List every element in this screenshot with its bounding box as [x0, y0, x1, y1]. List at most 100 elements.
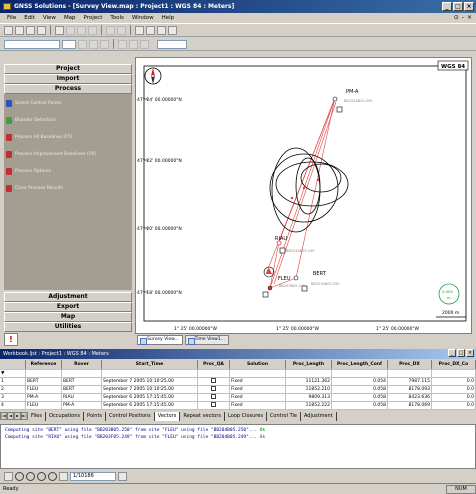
sheet-tab-control-tie[interactable]: Control Tie — [267, 411, 301, 421]
cell-proc-dx-conf[interactable]: 0.0 — [432, 386, 476, 393]
cell-proc-dx[interactable]: 8423.636 — [388, 394, 432, 401]
zoom-out-icon[interactable] — [26, 471, 35, 481]
table-row[interactable]: 2 FLEU BERT September 7 2005 10:10:25.00… — [0, 386, 476, 394]
section-project[interactable]: Project — [4, 64, 132, 74]
cell-proc-length[interactable]: 11852.210 — [286, 386, 332, 393]
workbook-close-button[interactable]: × — [466, 349, 474, 357]
underline-icon[interactable] — [100, 39, 109, 49]
menu-map[interactable]: Map — [60, 15, 80, 21]
menu-view[interactable]: View — [39, 15, 60, 21]
menu-window[interactable]: Window — [128, 15, 158, 21]
sheet-tab-points[interactable]: Points — [84, 411, 107, 421]
table-row[interactable]: 1 BERT BERT September 7 2005 10:10:25.00… — [0, 378, 476, 386]
site-bert[interactable]: BERT — [293, 271, 327, 281]
last-sheet-button[interactable]: ►| — [21, 412, 28, 420]
cell-proc-length[interactable]: 11121.362 — [286, 378, 332, 385]
save-icon[interactable] — [26, 25, 35, 35]
processing-log[interactable]: Computing site "BERT" using file "BB203B… — [0, 424, 476, 469]
table-cell[interactable] — [432, 370, 476, 377]
table-cell[interactable] — [388, 370, 432, 377]
cell-start-time[interactable]: September 6 2005 17:15:45.00 — [102, 394, 198, 401]
sheet-tab-repeat-vectors[interactable]: Repeat vectors — [180, 411, 225, 421]
report-icon[interactable] — [157, 25, 166, 35]
site-riau[interactable]: RIAU BB2S4AB05.249 — [275, 236, 315, 254]
select-arrow-icon[interactable] — [4, 471, 13, 481]
section-process[interactable]: Process — [4, 84, 132, 94]
cell-proc-length[interactable]: 11852.222 — [286, 402, 332, 409]
pan-hand-icon[interactable] — [48, 471, 57, 481]
cell-proc-length-conf[interactable]: 0.058 — [332, 394, 388, 401]
table-cell[interactable] — [26, 370, 62, 377]
cell-proc-dx[interactable]: 7987.115 — [388, 378, 432, 385]
cell-solution[interactable]: Fixed — [230, 402, 286, 409]
process-item-blunder-detection[interactable]: Blunder Detection — [6, 115, 56, 125]
cell-proc-length-conf[interactable]: 0.058 — [332, 386, 388, 393]
table-cell[interactable] — [62, 370, 102, 377]
cell-proc-dx-conf[interactable]: 0.0 — [432, 402, 476, 409]
menu-edit[interactable]: Edit — [20, 15, 39, 21]
workbook-maximize-button[interactable]: □ — [457, 349, 465, 357]
prev-sheet-button[interactable]: ◄ — [7, 412, 14, 420]
italic-icon[interactable] — [89, 39, 98, 49]
cell-proc-qa[interactable] — [198, 386, 230, 393]
column-header-proc-dx[interactable]: Proc_DX — [388, 360, 432, 369]
cell-proc-qa[interactable] — [198, 394, 230, 401]
column-header-reference[interactable]: Reference — [26, 360, 62, 369]
column-header-proc-qa[interactable]: Proc_QA — [198, 360, 230, 369]
copy-icon[interactable] — [77, 25, 86, 35]
cell-solution[interactable]: Fixed — [230, 394, 286, 401]
cell-proc-dx-conf[interactable]: 0.0 — [432, 394, 476, 401]
page-field[interactable]: 1/10186 — [70, 471, 116, 481]
cell-reference[interactable]: BERT — [26, 378, 62, 385]
mdi-minimize-icon[interactable]: - — [462, 14, 464, 21]
zoom-area-icon[interactable] — [37, 471, 46, 481]
section-import[interactable]: Import — [4, 74, 132, 84]
align-right-icon[interactable] — [140, 39, 149, 49]
column-header-proc-dx-conf[interactable]: Proc_DX_Co — [432, 360, 476, 369]
sheet-tab-adjustment[interactable]: Adjustment — [301, 411, 337, 421]
font-size-field[interactable] — [62, 39, 76, 49]
bold-icon[interactable] — [78, 39, 87, 49]
qa-checkbox[interactable] — [211, 378, 216, 383]
menu-help[interactable]: Help — [158, 15, 179, 21]
qa-checkbox[interactable] — [211, 402, 216, 407]
new-icon[interactable] — [4, 25, 13, 35]
table-cell[interactable] — [230, 370, 286, 377]
undo-icon[interactable] — [106, 25, 115, 35]
cut-icon[interactable] — [66, 25, 75, 35]
cell-proc-dx[interactable]: 8178.069 — [388, 402, 432, 409]
cell-start-time[interactable]: September 6 2005 17:15:45.00 — [102, 402, 198, 409]
print-icon[interactable] — [37, 25, 46, 35]
survey-map-view[interactable]: 47° 24' 00.00000"N 47° 22' 00.00000"N 47… — [135, 57, 472, 334]
cell-rover[interactable]: BERT — [62, 378, 102, 385]
style-field[interactable] — [157, 39, 187, 49]
cell-proc-qa[interactable] — [198, 378, 230, 385]
print-preview-icon[interactable] — [59, 471, 68, 481]
column-header-proc-length-conf[interactable]: Proc_Length_Conf — [332, 360, 388, 369]
map-canvas[interactable]: 47° 24' 00.00000"N 47° 22' 00.00000"N 47… — [136, 58, 473, 335]
section-map[interactable]: Map — [4, 312, 132, 322]
table-cell[interactable] — [286, 370, 332, 377]
minimize-button[interactable]: _ — [442, 2, 452, 11]
tab-survey-view[interactable]: Survey View... — [137, 335, 183, 345]
menu-tools[interactable]: Tools — [106, 15, 128, 21]
cell-reference[interactable]: FLEU — [26, 386, 62, 393]
next-sheet-button[interactable]: ► — [14, 412, 21, 420]
column-header-proc-length[interactable]: Proc_Length — [286, 360, 332, 369]
close-search-icon[interactable] — [118, 471, 127, 481]
table-cell[interactable] — [198, 370, 230, 377]
cell-proc-length-conf[interactable]: 0.054 — [332, 378, 388, 385]
sheet-tab-occupations[interactable]: Occupations — [46, 411, 85, 421]
column-header-solution[interactable]: Solution — [230, 360, 286, 369]
column-header-start-time[interactable]: Start_Time — [102, 360, 198, 369]
menu-project[interactable]: Project — [80, 15, 107, 21]
table-row[interactable]: 4 FLEU PM-A September 6 2005 17:15:45.00… — [0, 402, 476, 410]
redo-icon[interactable] — [117, 25, 126, 35]
cell-proc-qa[interactable] — [198, 402, 230, 409]
workbook-minimize-button[interactable]: _ — [448, 349, 456, 357]
zoom-in-icon[interactable] — [15, 471, 24, 481]
qa-checkbox[interactable] — [211, 386, 216, 391]
chart-icon[interactable] — [146, 25, 155, 35]
paste-icon[interactable] — [88, 25, 97, 35]
alert-icon[interactable]: ! — [4, 333, 18, 346]
